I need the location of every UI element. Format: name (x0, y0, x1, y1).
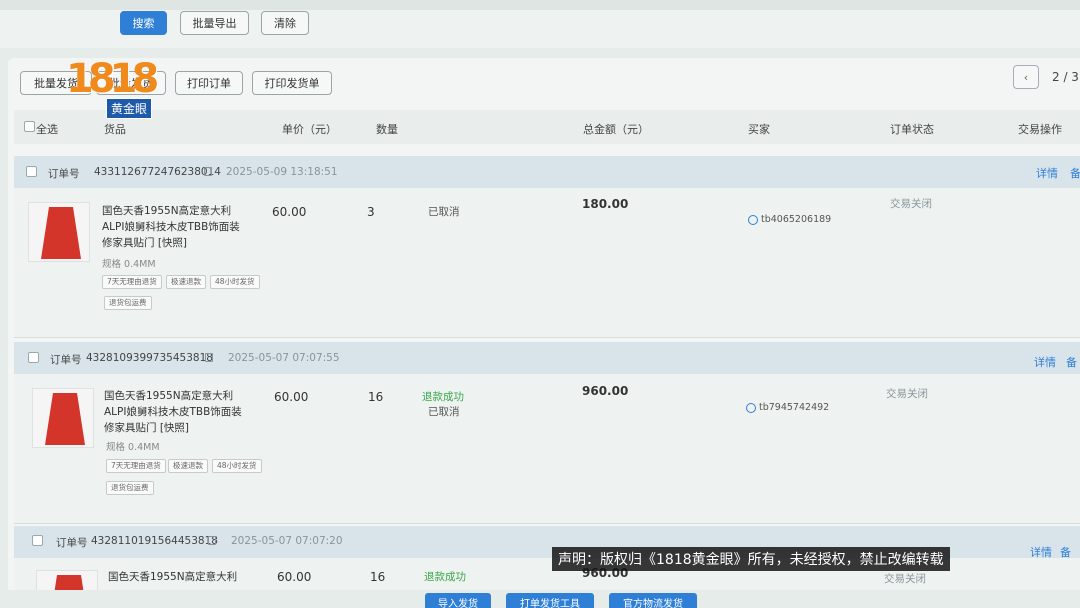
copy-icon[interactable] (208, 536, 216, 545)
col-ops: 交易操作 (1018, 123, 1062, 136)
logo-subtitle: 黄金眼 (106, 98, 153, 119)
buyer-id: tb4065206189 (761, 214, 832, 225)
order-time: 2025-05-09 13:18:51 (226, 166, 338, 178)
product-title[interactable]: 国色天香1955N高定意大利ALPI娘舅科技木皮TBB饰面装修家具贴门 [快照] (102, 203, 242, 251)
column-header: 全选 货品 单价（元） 数量 总金额（元） 买家 订单状态 交易操作 (14, 110, 1080, 144)
official-logistics-button[interactable]: 官方物流发货 (609, 593, 697, 608)
order-number: 4328109399735453818 (86, 352, 213, 364)
buyer[interactable]: tb4065206189 (748, 214, 831, 225)
search-button[interactable]: 搜索 (120, 11, 167, 35)
clear-button[interactable]: 清除 (261, 11, 309, 35)
product-title[interactable]: 国色天香1955N高定意大利ALPI娘舅科技木皮TBB饰面装修家具贴门 [快照] (104, 388, 244, 436)
quantity: 16 (368, 390, 384, 404)
detail-link[interactable]: 详情 (1036, 165, 1058, 181)
order-time: 2025-05-07 07:07:20 (231, 535, 343, 547)
product-image (45, 393, 85, 445)
product-title[interactable]: 国色天香1955N高定意大利 (108, 569, 248, 585)
order-time: 2025-05-07 07:07:55 (228, 352, 340, 364)
remark-link[interactable]: 备 (1070, 165, 1080, 181)
import-ship-button[interactable]: 导入发货 (425, 593, 491, 608)
tag-7day: 7天无理由退货 (102, 275, 162, 289)
trade-status: 交易关闭 (884, 573, 926, 585)
refund-status: 退款成功 (424, 571, 466, 583)
select-all-checkbox[interactable] (24, 121, 35, 132)
order-checkbox[interactable] (28, 352, 39, 363)
col-unit-price: 单价（元） (282, 123, 337, 136)
order-header: 订单号 4328109399735453818 2025-05-07 07:07… (14, 342, 1080, 374)
tag-48h: 48小时发货 (212, 459, 262, 473)
product-image (41, 207, 81, 259)
order-checkbox[interactable] (26, 166, 37, 177)
wangwang-icon[interactable] (746, 402, 756, 413)
trade-status: 交易关闭 (890, 198, 932, 210)
col-status: 订单状态 (890, 123, 934, 136)
tag-fast-refund: 极速退款 (166, 275, 206, 289)
pager-prev-button[interactable]: ‹ (1013, 65, 1039, 89)
detail-link[interactable]: 详情 (1034, 354, 1056, 370)
print-ship-button[interactable]: 打印发货单 (252, 71, 332, 95)
remark-link[interactable]: 备 (1066, 354, 1077, 370)
item-status: 已取消 (428, 406, 460, 418)
tag-free-return: 退货包运费 (106, 481, 154, 495)
copyright-disclaimer: 声明：版权归《1818黄金眼》所有，未经授权，禁止改编转载 (552, 547, 950, 571)
refund-status: 退款成功 (422, 391, 464, 403)
col-total: 总金额（元） (583, 123, 649, 136)
buyer-id: tb7945742492 (759, 402, 830, 413)
print-order-button[interactable]: 打印订单 (175, 71, 243, 95)
trade-status: 交易关闭 (886, 388, 928, 400)
total-amount: 180.00 (582, 197, 629, 211)
quantity: 3 (367, 205, 375, 219)
product-thumbnail[interactable] (28, 202, 90, 262)
copy-icon[interactable] (204, 167, 212, 176)
product-spec: 规格 0.4MM (106, 442, 160, 453)
tag-7day: 7天无理由退货 (106, 459, 166, 473)
col-buyer: 买家 (748, 123, 770, 136)
print-ship-tool-button[interactable]: 打单发货工具 (506, 593, 594, 608)
order-number: 4331126772476238014 (94, 166, 221, 178)
logo-number: 1818 (66, 56, 159, 102)
buyer[interactable]: tb7945742492 (746, 402, 829, 413)
order-number-label: 订单号 (50, 354, 82, 366)
order-checkbox[interactable] (32, 535, 43, 546)
order-row: 国色天香1955N高定意大利ALPI娘舅科技木皮TBB饰面装修家具贴门 [快照]… (14, 374, 1080, 524)
quantity: 16 (370, 570, 386, 584)
unit-price: 60.00 (277, 570, 312, 584)
unit-price: 60.00 (274, 390, 309, 404)
order-number-label: 订单号 (48, 168, 80, 180)
top-strip (0, 0, 1080, 10)
pager-text: 2 / 3 (1052, 70, 1079, 84)
tag-48h: 48小时发货 (210, 275, 260, 289)
batch-export-button[interactable]: 批量导出 (180, 11, 249, 35)
unit-price: 60.00 (272, 205, 307, 219)
total-amount: 960.00 (582, 384, 629, 398)
col-quantity: 数量 (376, 123, 398, 136)
product-spec: 规格 0.4MM (102, 259, 156, 270)
wangwang-icon[interactable] (748, 214, 758, 225)
copy-icon[interactable] (205, 353, 213, 362)
item-status: 已取消 (428, 206, 460, 218)
col-select-all: 全选 (36, 123, 58, 136)
broadcaster-logo: 1818 黄金眼 (66, 56, 166, 124)
order-number: 4328110191564453818 (91, 535, 218, 547)
order-header: 订单号 4331126772476238014 2025-05-09 13:18… (14, 156, 1080, 188)
tag-fast-refund: 极速退款 (168, 459, 208, 473)
tag-free-return: 退货包运费 (104, 296, 152, 310)
order-number-label: 订单号 (56, 537, 88, 549)
order-row: 国色天香1955N高定意大利ALPI娘舅科技木皮TBB饰面装修家具贴门 [快照]… (14, 188, 1080, 338)
product-thumbnail[interactable] (32, 388, 94, 448)
